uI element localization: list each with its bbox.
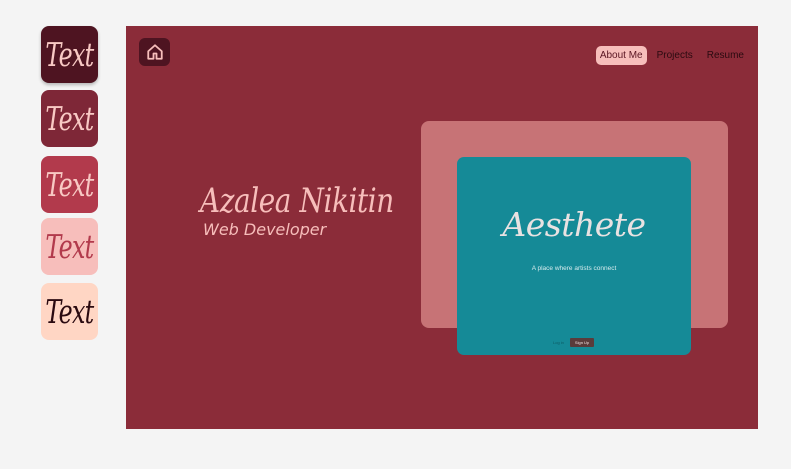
- hero-name: Azalea Nikitin: [200, 181, 394, 221]
- swatch-label: Text: [45, 227, 94, 266]
- swatch-label: Text: [45, 165, 94, 204]
- palette-swatch-3: Text: [41, 156, 98, 213]
- top-nav: About Me Projects Resume: [595, 46, 748, 65]
- project-tagline: A place where artists connect: [531, 265, 617, 272]
- nav-about-me[interactable]: About Me: [595, 46, 647, 65]
- project-title: Aesthete: [502, 205, 646, 244]
- nav-resume[interactable]: Resume: [703, 46, 748, 65]
- hero-role: Web Developer: [203, 220, 327, 239]
- project-card-preview[interactable]: Aesthete A place where artists connect L…: [457, 157, 691, 355]
- swatch-label: Text: [45, 292, 94, 331]
- signup-button[interactable]: Sign Up: [569, 338, 595, 347]
- login-link[interactable]: Log in: [553, 340, 564, 345]
- swatch-label: Text: [45, 99, 94, 138]
- project-card-actions: Log in Sign Up: [553, 338, 595, 347]
- portfolio-page: About Me Projects Resume Azalea Nikitin …: [126, 26, 758, 429]
- home-button[interactable]: [139, 38, 170, 66]
- palette-swatch-2: Text: [41, 90, 98, 147]
- swatch-label: Text: [45, 35, 94, 74]
- palette-swatch-4: Text: [41, 218, 98, 275]
- palette-swatch-1: Text: [41, 26, 98, 83]
- nav-projects[interactable]: Projects: [653, 46, 697, 65]
- palette-swatch-5: Text: [41, 283, 98, 340]
- home-icon: [146, 44, 163, 60]
